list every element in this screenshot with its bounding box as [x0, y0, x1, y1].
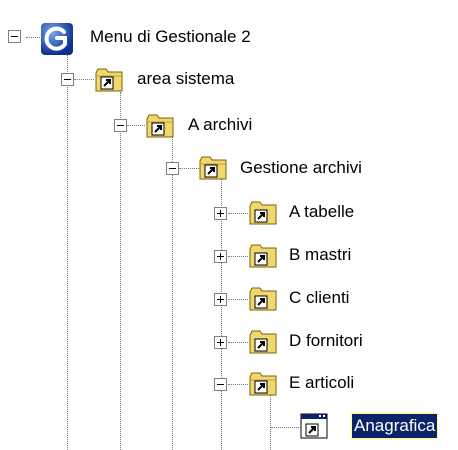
- collapse-toggle[interactable]: [214, 378, 227, 391]
- expand-toggle[interactable]: [214, 250, 227, 263]
- tree-connector-line: [120, 92, 121, 450]
- collapse-toggle[interactable]: [61, 73, 74, 86]
- tree-connector-line: [228, 256, 248, 257]
- folder-shortcut-icon[interactable]: [248, 240, 278, 270]
- tree-connector-line: [74, 79, 94, 80]
- expand-toggle[interactable]: [214, 207, 227, 220]
- collapse-toggle[interactable]: [166, 162, 179, 175]
- tree-connector-line: [271, 427, 299, 428]
- tree-connector-line: [228, 342, 248, 343]
- folder-shortcut-icon[interactable]: [248, 326, 278, 356]
- tree-node-label[interactable]: Gestione archivi: [238, 156, 364, 180]
- collapse-toggle[interactable]: [114, 119, 127, 132]
- tree-node-label[interactable]: C clienti: [287, 286, 351, 310]
- folder-shortcut-icon[interactable]: [248, 283, 278, 313]
- tree-connector-line: [172, 134, 173, 450]
- folder-shortcut-icon[interactable]: [198, 152, 228, 182]
- tree-connector-line: [179, 168, 199, 169]
- gestionale-logo-icon[interactable]: [40, 22, 74, 56]
- tree-node-label[interactable]: D fornitori: [287, 329, 365, 353]
- expand-toggle[interactable]: [214, 293, 227, 306]
- tree-connector-line: [26, 37, 40, 38]
- tree-node-label[interactable]: E articoli: [287, 371, 356, 395]
- tree-connector-line: [228, 384, 248, 385]
- tree-connector-line: [270, 390, 271, 450]
- tree-node-label[interactable]: B mastri: [287, 243, 353, 267]
- tree-node-label[interactable]: area sistema: [135, 67, 236, 91]
- expand-toggle[interactable]: [214, 336, 227, 349]
- folder-shortcut-icon[interactable]: [145, 110, 175, 140]
- tree-connector-line: [228, 299, 248, 300]
- menu-tree: Menu di Gestionale 2 area sistema A arch…: [0, 0, 458, 450]
- folder-shortcut-icon[interactable]: [248, 197, 278, 227]
- folder-shortcut-icon[interactable]: [94, 64, 124, 94]
- tree-node-label[interactable]: A tabelle: [287, 200, 356, 224]
- collapse-toggle[interactable]: [8, 30, 21, 43]
- tree-connector-line: [127, 125, 145, 126]
- tree-connector-line: [228, 213, 248, 214]
- tree-node-label-selected[interactable]: Anagrafica: [350, 413, 439, 439]
- tree-connector-line: [67, 50, 68, 450]
- window-shortcut-icon[interactable]: [299, 411, 329, 441]
- tree-node-label[interactable]: A archivi: [186, 113, 254, 137]
- folder-shortcut-icon[interactable]: [248, 368, 278, 398]
- tree-node-label[interactable]: Menu di Gestionale 2: [88, 25, 253, 49]
